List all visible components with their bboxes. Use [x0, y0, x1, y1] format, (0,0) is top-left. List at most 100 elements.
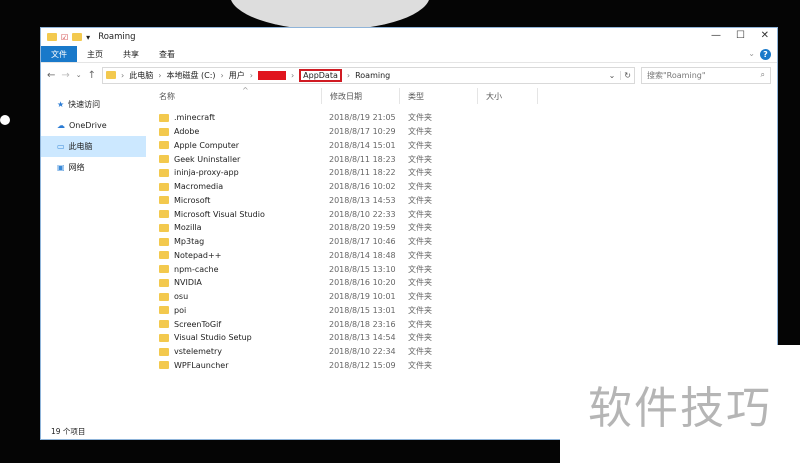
- file-date: 2018/8/16 10:02: [329, 182, 396, 192]
- background-dot: [0, 115, 10, 125]
- file-name: Notepad++: [174, 250, 222, 260]
- navigation-pane: ★ 快速访问 ☁ OneDrive ▭ 此电脑 ▣ 网络: [41, 88, 146, 425]
- file-name: Mozilla: [174, 223, 202, 233]
- sidebar-item-quick-access[interactable]: ★ 快速访问: [41, 94, 146, 115]
- folder-icon: [159, 223, 169, 232]
- folder-icon: [159, 141, 169, 150]
- file-row[interactable]: .minecraft 2018/8/19 21:05 文件夹: [151, 111, 777, 125]
- expand-ribbon-icon[interactable]: ⌄: [748, 49, 755, 58]
- file-row[interactable]: osu 2018/8/19 10:01 文件夹: [151, 290, 777, 304]
- column-header-size[interactable]: 大小: [478, 88, 538, 104]
- folder-icon: [159, 292, 169, 301]
- folder-icon: [159, 347, 169, 356]
- file-row[interactable]: Notepad++ 2018/8/14 18:48 文件夹: [151, 249, 777, 263]
- file-name: ininja-proxy-app: [174, 168, 239, 178]
- file-row[interactable]: Visual Studio Setup 2018/8/13 14:54 文件夹: [151, 331, 777, 345]
- file-type: 文件夹: [408, 127, 432, 137]
- file-row[interactable]: ininja-proxy-app 2018/8/11 18:22 文件夹: [151, 166, 777, 180]
- file-row[interactable]: Adobe 2018/8/17 10:29 文件夹: [151, 125, 777, 139]
- file-date: 2018/8/14 18:48: [329, 250, 396, 260]
- file-type: 文件夹: [408, 360, 432, 370]
- file-date: 2018/8/10 22:34: [329, 347, 396, 357]
- file-row[interactable]: Mozilla 2018/8/20 19:59 文件夹: [151, 221, 777, 235]
- file-row[interactable]: Microsoft 2018/8/13 14:53 文件夹: [151, 194, 777, 208]
- minimize-button[interactable]: —: [711, 30, 721, 41]
- file-name: Mp3tag: [174, 237, 205, 247]
- breadcrumb-this-pc[interactable]: 此电脑: [129, 70, 153, 81]
- file-type: 文件夹: [408, 113, 432, 123]
- file-name: Apple Computer: [174, 140, 240, 150]
- close-button[interactable]: ✕: [761, 30, 769, 41]
- file-type: 文件夹: [408, 333, 432, 343]
- column-header-date[interactable]: 修改日期: [321, 88, 400, 104]
- address-bar[interactable]: › 此电脑 › 本地磁盘 (C:) › 用户 › › AppData › Roaming …: [102, 66, 635, 84]
- sidebar-item-onedrive[interactable]: ☁ OneDrive: [41, 115, 146, 136]
- sidebar-item-network[interactable]: ▣ 网络: [41, 157, 146, 178]
- file-date: 2018/8/13 14:53: [329, 195, 396, 205]
- quick-access-dropdown-icon[interactable]: ▾: [86, 33, 90, 42]
- file-type: 文件夹: [408, 347, 432, 357]
- tab-file[interactable]: 文件: [41, 46, 77, 62]
- new-folder-icon[interactable]: [72, 33, 83, 41]
- redacted-username: [257, 70, 286, 80]
- properties-icon[interactable]: ☑: [61, 33, 68, 42]
- file-type: 文件夹: [408, 140, 432, 150]
- file-row[interactable]: NVIDIA 2018/8/16 10:20 文件夹: [151, 276, 777, 290]
- maximize-button[interactable]: ☐: [736, 30, 745, 41]
- folder-icon: [47, 33, 57, 41]
- file-type: 文件夹: [408, 209, 432, 219]
- file-row[interactable]: Geek Uninstaller 2018/8/11 18:23 文件夹: [151, 152, 777, 166]
- sidebar-item-this-pc[interactable]: ▭ 此电脑: [41, 136, 146, 157]
- file-row[interactable]: Apple Computer 2018/8/14 15:01 文件夹: [151, 139, 777, 153]
- folder-icon: [159, 265, 169, 274]
- search-icon: ⌕: [760, 70, 765, 79]
- breadcrumb-users[interactable]: 用户: [229, 70, 245, 81]
- breadcrumb-roaming[interactable]: Roaming: [355, 71, 390, 80]
- cloud-icon: ☁: [57, 121, 65, 130]
- file-row[interactable]: ScreenToGif 2018/8/18 23:16 文件夹: [151, 317, 777, 331]
- file-type: 文件夹: [408, 237, 432, 247]
- file-name: Microsoft Visual Studio: [174, 209, 265, 219]
- folder-icon: [159, 113, 169, 122]
- file-date: 2018/8/17 10:46: [329, 237, 396, 247]
- file-row[interactable]: Microsoft Visual Studio 2018/8/10 22:33 文件…: [151, 207, 777, 221]
- file-row[interactable]: poi 2018/8/15 13:01 文件夹: [151, 304, 777, 318]
- file-date: 2018/8/11 18:23: [329, 154, 396, 164]
- folder-icon: [159, 278, 169, 287]
- file-date: 2018/8/12 15:09: [329, 360, 396, 370]
- file-name: .minecraft: [174, 113, 215, 123]
- file-row[interactable]: Mp3tag 2018/8/17 10:46 文件夹: [151, 235, 777, 249]
- search-input[interactable]: 搜索"Roaming" ⌕: [641, 66, 771, 84]
- forward-button[interactable]: →: [61, 70, 69, 81]
- breadcrumb-local-disk[interactable]: 本地磁盘 (C:): [166, 70, 215, 81]
- tab-home[interactable]: 主页: [77, 46, 113, 62]
- ribbon-tabs: 文件 主页 共享 查看 ⌄ ?: [41, 46, 777, 63]
- search-placeholder: 搜索"Roaming": [647, 70, 706, 80]
- file-date: 2018/8/10 22:33: [329, 209, 396, 219]
- folder-icon: [159, 251, 169, 260]
- file-name: Visual Studio Setup: [174, 333, 252, 343]
- up-button[interactable]: ↑: [88, 70, 96, 81]
- address-dropdown-icon[interactable]: ⌄: [609, 71, 616, 80]
- recent-dropdown-icon[interactable]: ⌄: [76, 71, 82, 79]
- file-type: 文件夹: [408, 278, 432, 288]
- file-date: 2018/8/15 13:10: [329, 264, 396, 274]
- tab-view[interactable]: 查看: [149, 46, 185, 62]
- address-row: ← → ⌄ ↑ › 此电脑 › 本地磁盘 (C:) › 用户 › › AppData ›…: [41, 63, 777, 87]
- back-button[interactable]: ←: [47, 70, 55, 81]
- sort-ascending-icon: ^: [242, 85, 249, 95]
- file-row[interactable]: npm-cache 2018/8/15 13:10 文件夹: [151, 262, 777, 276]
- file-name: ScreenToGif: [174, 319, 222, 329]
- file-name: poi: [174, 305, 187, 315]
- column-header-type[interactable]: 类型: [400, 88, 478, 104]
- file-type: 文件夹: [408, 250, 432, 260]
- file-row[interactable]: Macromedia 2018/8/16 10:02 文件夹: [151, 180, 777, 194]
- refresh-icon[interactable]: ↻: [620, 70, 634, 80]
- tab-share[interactable]: 共享: [113, 46, 149, 62]
- help-icon[interactable]: ?: [760, 49, 771, 60]
- file-name: vstelemetry: [174, 347, 222, 357]
- status-bar-item-count: 19 个项目: [51, 427, 86, 436]
- file-name: Microsoft: [174, 195, 211, 205]
- column-headers: 名称 ^ 修改日期 类型 大小: [151, 86, 777, 104]
- breadcrumb-appdata[interactable]: AppData: [299, 68, 342, 82]
